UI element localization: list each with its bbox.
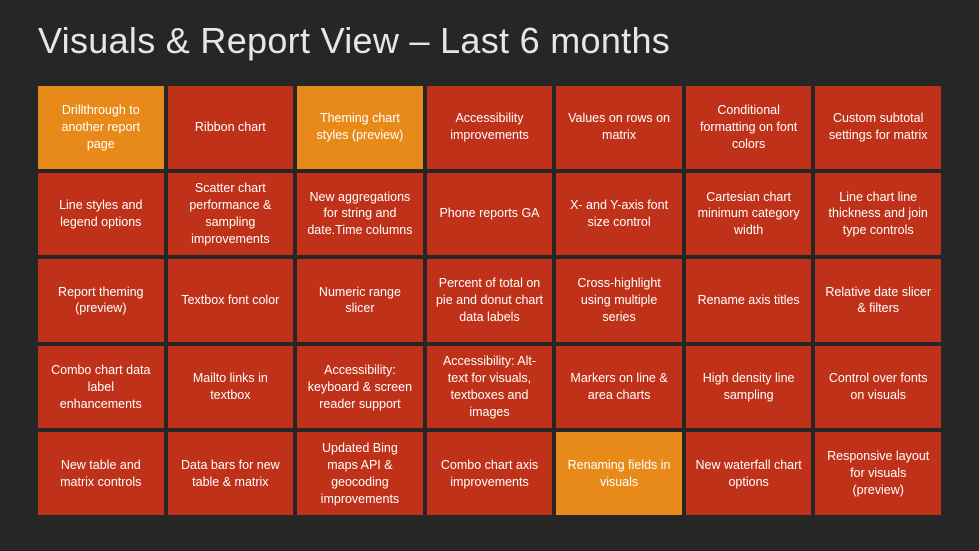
feature-tile: Numeric range slicer (297, 259, 423, 342)
feature-tile: Cross-highlight using multiple series (556, 259, 682, 342)
feature-tile: Control over fonts on visuals (815, 346, 941, 429)
feature-tile: Drillthrough to another report page (38, 86, 164, 169)
feature-tile: High density line sampling (686, 346, 812, 429)
feature-tile: Mailto links in textbox (168, 346, 294, 429)
page-title: Visuals & Report View – Last 6 months (0, 0, 979, 62)
feature-tile: Line chart line thickness and join type … (815, 173, 941, 256)
feature-tile: Line styles and legend options (38, 173, 164, 256)
feature-tile: Values on rows on matrix (556, 86, 682, 169)
feature-tile: New table and matrix controls (38, 432, 164, 515)
feature-grid: Drillthrough to another report pageRibbo… (0, 62, 979, 543)
feature-tile: Accessibility: keyboard & screen reader … (297, 346, 423, 429)
feature-tile: New waterfall chart options (686, 432, 812, 515)
feature-tile: Ribbon chart (168, 86, 294, 169)
feature-tile: Updated Bing maps API & geocoding improv… (297, 432, 423, 515)
feature-tile: Scatter chart performance & sampling imp… (168, 173, 294, 256)
feature-tile: Combo chart data label enhancements (38, 346, 164, 429)
feature-tile: Rename axis titles (686, 259, 812, 342)
feature-tile: Cartesian chart minimum category width (686, 173, 812, 256)
feature-tile: Renaming fields in visuals (556, 432, 682, 515)
feature-tile: Accessibility improvements (427, 86, 553, 169)
feature-tile: Conditional formatting on font colors (686, 86, 812, 169)
feature-tile: Report theming (preview) (38, 259, 164, 342)
feature-tile: Accessibility: Alt-text for visuals, tex… (427, 346, 553, 429)
feature-tile: Textbox font color (168, 259, 294, 342)
feature-tile: Theming chart styles (preview) (297, 86, 423, 169)
feature-tile: Markers on line & area charts (556, 346, 682, 429)
feature-tile: New aggregations for string and date.Tim… (297, 173, 423, 256)
feature-tile: Responsive layout for visuals (preview) (815, 432, 941, 515)
feature-tile: Combo chart axis improvements (427, 432, 553, 515)
feature-tile: X- and Y-axis font size control (556, 173, 682, 256)
feature-tile: Percent of total on pie and donut chart … (427, 259, 553, 342)
feature-tile: Relative date slicer & filters (815, 259, 941, 342)
feature-tile: Data bars for new table & matrix (168, 432, 294, 515)
feature-tile: Phone reports GA (427, 173, 553, 256)
feature-tile: Custom subtotal settings for matrix (815, 86, 941, 169)
